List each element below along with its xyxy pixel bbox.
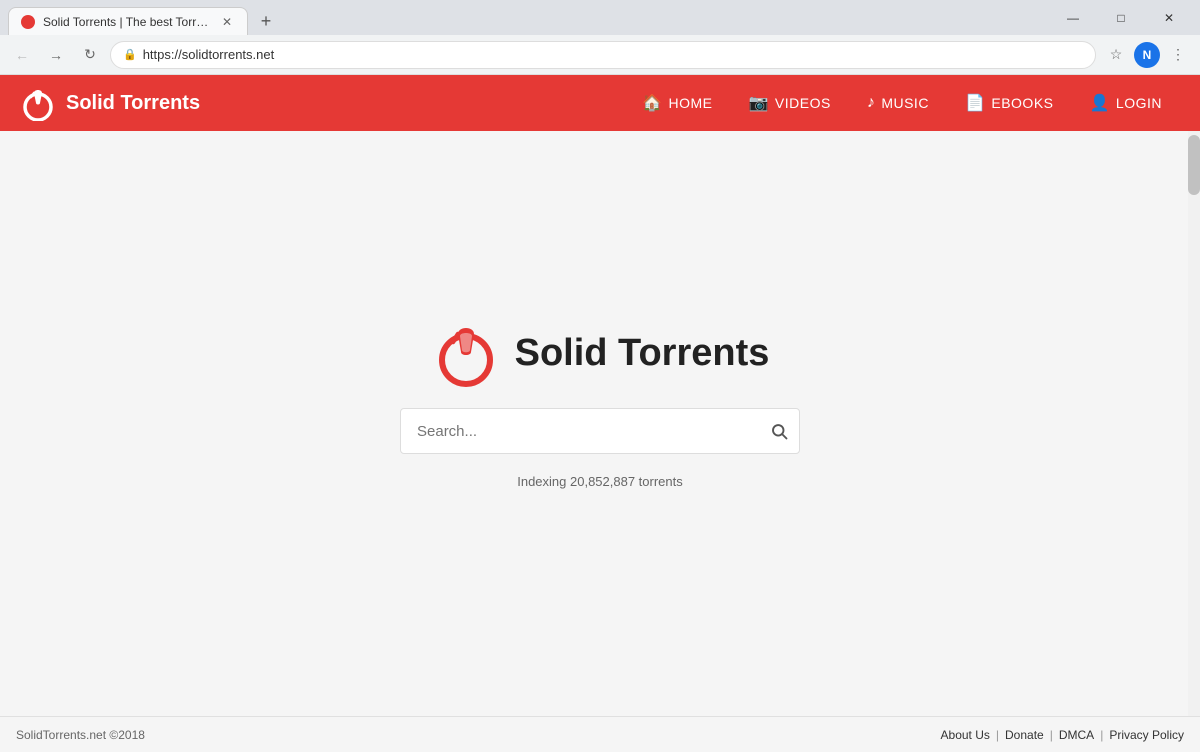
footer-link-about[interactable]: About Us <box>941 728 990 742</box>
footer-link-privacy[interactable]: Privacy Policy <box>1109 728 1184 742</box>
site-footer: SolidTorrents.net ©2018 About Us | Donat… <box>0 716 1200 752</box>
bookmark-button[interactable]: ☆ <box>1102 41 1130 69</box>
reload-button[interactable]: ↻ <box>76 41 104 69</box>
footer-copyright: SolidTorrents.net ©2018 <box>16 728 145 742</box>
footer-link-donate[interactable]: Donate <box>1005 728 1044 742</box>
nav-login[interactable]: 👤 LOGIN <box>1072 75 1181 131</box>
nav-music[interactable]: ♪ MUSIC <box>849 75 947 131</box>
home-icon: 🏠 <box>642 93 662 113</box>
back-button[interactable]: ← <box>8 41 36 69</box>
profile-button[interactable]: N <box>1134 42 1160 68</box>
ebook-icon: 📄 <box>965 93 985 113</box>
hero-title: Solid Torrents <box>515 332 770 375</box>
address-bar: ← → ↻ 🔒 https://solidtorrents.net ☆ N ⋮ <box>0 35 1200 75</box>
browser-frame: Solid Torrents | The best Torrent ✕ + — … <box>0 0 1200 752</box>
site-logo: Solid Torrents <box>20 85 200 121</box>
hero-section: Solid Torrents Indexing 20,852,887 torre… <box>400 318 800 489</box>
search-button[interactable] <box>770 422 788 440</box>
nav-videos[interactable]: 📷 VIDEOS <box>730 75 848 131</box>
address-right-controls: ☆ N ⋮ <box>1102 41 1192 69</box>
search-icon <box>770 422 788 440</box>
footer-sep-2: | <box>1050 728 1053 742</box>
nav-home-label: HOME <box>668 95 712 111</box>
tab-bar: Solid Torrents | The best Torrent ✕ + <box>8 0 1046 35</box>
nav-ebooks-label: EBOOKS <box>991 95 1053 111</box>
site-navbar: Solid Torrents 🏠 HOME 📷 VIDEOS ♪ MUSIC 📄 <box>0 75 1200 131</box>
url-bar[interactable]: 🔒 https://solidtorrents.net <box>110 41 1096 69</box>
footer-links: About Us | Donate | DMCA | Privacy Polic… <box>941 728 1184 742</box>
video-icon: 📷 <box>748 93 768 113</box>
forward-button[interactable]: → <box>42 41 70 69</box>
browser-tab[interactable]: Solid Torrents | The best Torrent ✕ <box>8 7 248 35</box>
nav-music-label: MUSIC <box>881 95 929 111</box>
site-nav-links: 🏠 HOME 📷 VIDEOS ♪ MUSIC 📄 EBOOKS 👤 <box>624 75 1180 131</box>
page-content: Solid Torrents 🏠 HOME 📷 VIDEOS ♪ MUSIC 📄 <box>0 75 1200 752</box>
minimize-button[interactable]: — <box>1050 0 1096 35</box>
lock-icon: 🔒 <box>123 48 137 61</box>
indexing-text: Indexing 20,852,887 torrents <box>517 474 683 489</box>
music-icon: ♪ <box>867 94 876 112</box>
nav-ebooks[interactable]: 📄 EBOOKS <box>947 75 1072 131</box>
nav-home[interactable]: 🏠 HOME <box>624 75 730 131</box>
new-tab-button[interactable]: + <box>252 7 280 35</box>
site-logo-icon <box>20 85 56 121</box>
hero-brand: Solid Torrents <box>431 318 770 388</box>
search-container <box>400 408 800 454</box>
footer-link-dmca[interactable]: DMCA <box>1059 728 1094 742</box>
tab-title: Solid Torrents | The best Torrent <box>43 15 211 29</box>
site-brand-name: Solid Torrents <box>66 92 200 115</box>
title-bar: Solid Torrents | The best Torrent ✕ + — … <box>0 0 1200 35</box>
tab-close-button[interactable]: ✕ <box>219 14 235 30</box>
footer-sep-1: | <box>996 728 999 742</box>
scrollbar-track[interactable] <box>1188 131 1200 716</box>
nav-videos-label: VIDEOS <box>775 95 831 111</box>
user-icon: 👤 <box>1090 93 1110 113</box>
scrollbar-thumb[interactable] <box>1188 135 1200 195</box>
menu-button[interactable]: ⋮ <box>1164 41 1192 69</box>
tab-favicon <box>21 15 35 29</box>
main-area: Solid Torrents Indexing 20,852,887 torre… <box>0 131 1200 716</box>
hero-logo-icon <box>431 318 501 388</box>
window-controls: — □ ✕ <box>1050 0 1192 35</box>
url-text: https://solidtorrents.net <box>143 47 1083 62</box>
footer-sep-3: | <box>1100 728 1103 742</box>
maximize-button[interactable]: □ <box>1098 0 1144 35</box>
nav-login-label: LOGIN <box>1116 95 1162 111</box>
close-button[interactable]: ✕ <box>1146 0 1192 35</box>
search-input[interactable] <box>400 408 800 454</box>
